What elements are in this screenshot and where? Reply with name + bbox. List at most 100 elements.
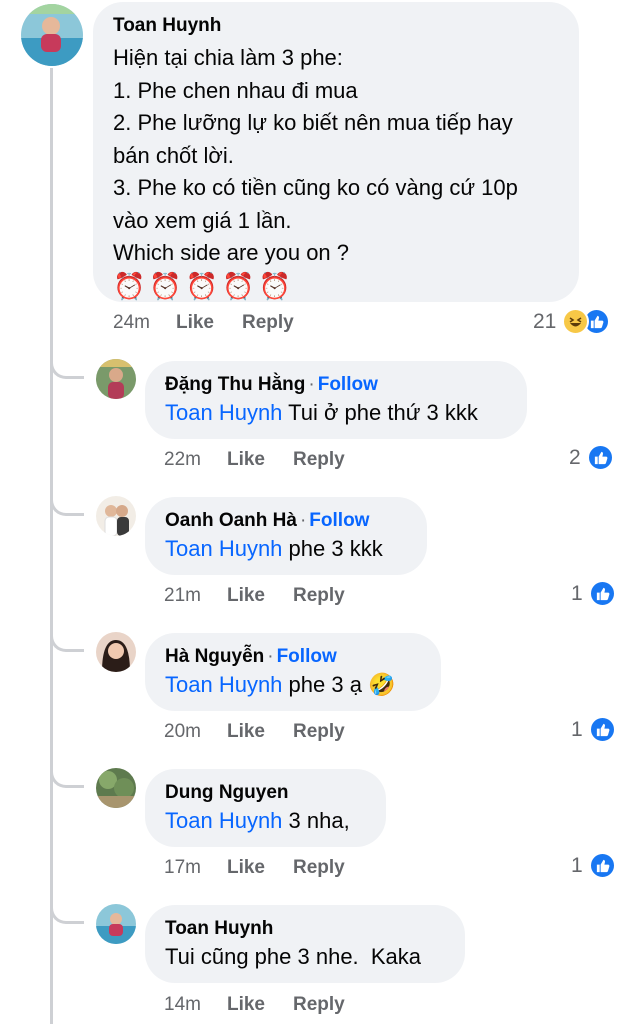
reply-text: Toan Huynh phe 3 ạ 🤣 [165,669,421,701]
like-button[interactable]: Like [227,857,265,879]
reply-button[interactable]: Reply [293,585,345,607]
reply-connector [50,630,84,652]
mention-link[interactable]: Toan Huynh [165,536,282,561]
comment-timestamp[interactable]: 20m [164,721,201,743]
reply-text: Toan Huynh phe 3 kkk [165,533,407,565]
reply-author-line: Đặng Thu Hằng · Follow [165,373,507,397]
reply-connector [50,902,84,924]
reply-button[interactable]: Reply [242,312,294,334]
alarm-clock-icon: ⏰ [258,270,291,301]
reply-bubble: Đặng Thu Hằng · Follow Toan Huynh Tui ở ph… [145,361,527,439]
reply-body: 3 nha, [288,808,350,833]
avatar-toan-huynh[interactable] [21,4,83,66]
alarm-clock-emoji-row: ⏰ ⏰ ⏰ ⏰ ⏰ [113,270,559,305]
comment-line: Hiện tại chia làm 3 phe: [113,45,343,70]
like-button[interactable]: Like [227,994,265,1016]
reply-author[interactable]: Hà Nguyễn [165,646,264,667]
reply-bubble: Dung Nguyen Toan Huynh 3 nha, [145,769,386,847]
like-button[interactable]: Like [227,721,265,743]
comment-line: vào xem giá 1 lần. [113,207,292,233]
comment-text: Hiện tại chia làm 3 phe: 1. Phe chen nha… [113,42,559,304]
reply-connector [50,357,84,379]
reply-text: Tui cũng phe 3 nhe. Kaka [165,944,422,969]
alarm-clock-icon: ⏰ [149,270,182,301]
reaction-summary[interactable]: 1 [571,852,616,879]
reply-body: phe 3 kkk [288,536,383,561]
reply-body: phe 3 ạ 🤣 [288,672,396,697]
alarm-clock-icon: ⏰ [185,270,219,301]
reply-actions: 21m Like Reply [164,585,345,607]
reply-button[interactable]: Reply [293,449,345,471]
comment-timestamp[interactable]: 14m [164,994,201,1016]
reply-author[interactable]: Dung Nguyen [165,781,366,805]
reaction-count: 1 [571,717,583,741]
avatar-dang-thu-hang[interactable] [96,359,136,399]
thumbs-up-reaction-icon [586,444,614,471]
mention-link[interactable]: Toan Huynh [165,672,282,697]
thumbs-up-reaction-icon [588,852,616,879]
reply-bubble: Toan Huynh Tui cũng phe 3 nhe. Kaka [145,905,465,983]
separator-dot: · [299,510,307,531]
separator-dot: · [308,374,315,395]
reply-button[interactable]: Reply [293,994,345,1016]
reply-button[interactable]: Reply [293,857,345,879]
haha-reaction-icon [562,308,590,335]
comment-thread: Toan Huynh Hiện tại chia làm 3 phe: 1. P… [0,0,628,1024]
reaction-summary[interactable]: 2 [569,444,614,471]
reply-author[interactable]: Oanh Oanh Hà [165,510,297,531]
alarm-clock-icon: ⏰ [222,270,255,301]
reaction-count: 1 [571,581,583,605]
comment-line: Which side are you on ? [113,240,350,265]
avatar-oanh-oanh-ha[interactable] [96,496,136,536]
reaction-count: 2 [569,445,581,469]
comment-line: bán chốt lời. [113,142,234,168]
reply-bubble: Hà Nguyễn · Follow Toan Huynh phe 3 ạ 🤣 [145,633,441,711]
reply-actions: 14m Like Reply [164,994,345,1016]
main-comment-bubble: Toan Huynh Hiện tại chia làm 3 phe: 1. P… [93,2,579,302]
reaction-summary[interactable]: 1 [571,716,616,743]
reply-body: Tui ở phe thứ 3 kkk [288,400,478,425]
thumbs-up-reaction-icon [588,716,616,743]
comment-timestamp[interactable]: 21m [164,585,201,607]
reaction-count: 21 [533,309,557,333]
follow-button[interactable]: Follow [309,510,369,531]
reply-author[interactable]: Toan Huynh [165,917,445,941]
reply-button[interactable]: Reply [293,721,345,743]
reaction-count: 1 [571,853,583,877]
comment-timestamp[interactable]: 24m [113,312,150,334]
reply-actions: 17m Like Reply [164,857,345,879]
reaction-summary[interactable]: 1 [571,580,616,607]
reply-bubble: Oanh Oanh Hà · Follow Toan Huynh phe 3 kkk [145,497,427,575]
like-button[interactable]: Like [176,312,214,334]
reaction-summary[interactable]: 21 [533,308,611,335]
avatar-toan-huynh-reply[interactable] [96,904,136,944]
alarm-clock-icon: ⏰ [113,270,146,301]
follow-button[interactable]: Follow [277,646,337,667]
reply-text: Toan Huynh 3 nha, [165,805,366,837]
avatar-dung-nguyen[interactable] [96,768,136,808]
comment-line: 1. Phe chen nhau đi mua [113,77,358,103]
comment-timestamp[interactable]: 22m [164,449,201,471]
mention-link[interactable]: Toan Huynh [165,400,282,425]
reply-connector [50,494,84,516]
avatar-ha-nguyen[interactable] [96,632,136,672]
reply-author-line: Oanh Oanh Hà · Follow [165,509,407,533]
reply-text: Toan Huynh Tui ở phe thứ 3 kkk [165,397,507,429]
mention-link[interactable]: Toan Huynh [165,808,282,833]
thumbs-up-reaction-icon [588,580,616,607]
separator-dot: · [267,646,274,667]
comment-line: 3. Phe ko có tiền cũng ko có vàng cứ 10p [113,175,518,200]
reply-author[interactable]: Đặng Thu Hằng [165,374,305,395]
thread-line [50,68,53,1024]
like-button[interactable]: Like [227,585,265,607]
like-button[interactable]: Like [227,449,265,471]
reply-author-line: Hà Nguyễn · Follow [165,645,421,669]
reply-actions: 22m Like Reply [164,449,345,471]
comment-author[interactable]: Toan Huynh [113,14,559,38]
follow-button[interactable]: Follow [318,374,378,395]
comment-line: 2. Phe lưỡng lự ko biết nên mua tiếp hay [113,110,513,135]
comment-timestamp[interactable]: 17m [164,857,201,879]
reply-actions: 20m Like Reply [164,721,345,743]
main-comment-actions: 24m Like Reply [113,312,294,334]
reply-connector [50,766,84,788]
